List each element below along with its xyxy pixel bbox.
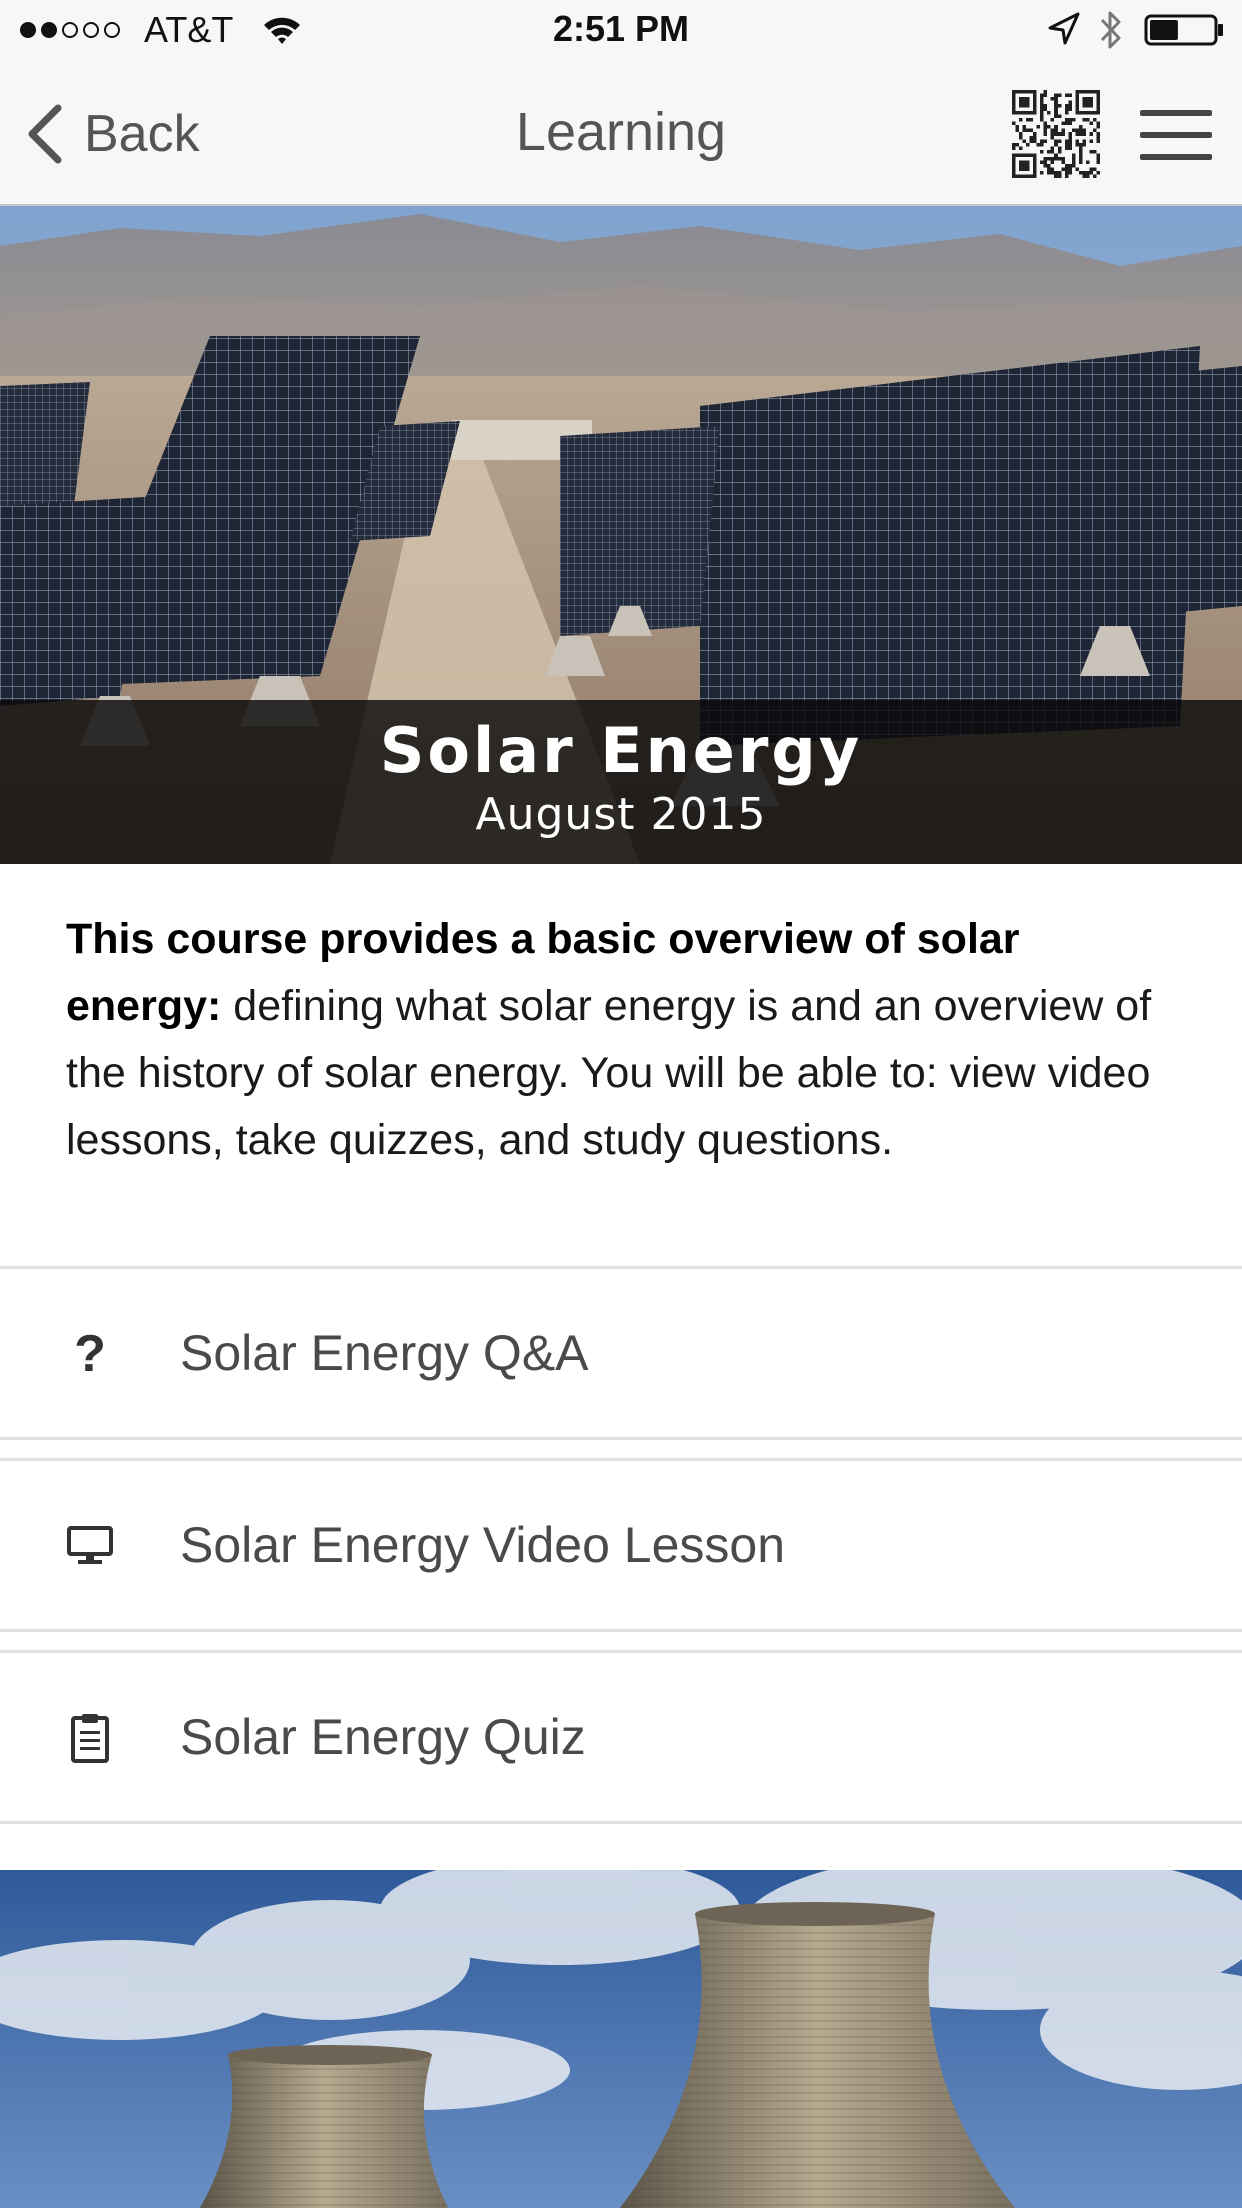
hamburger-menu-icon[interactable] bbox=[1140, 110, 1212, 160]
status-bar: AT&T 2:51 PM bbox=[0, 0, 1242, 60]
list-item-label: Solar Energy Quiz bbox=[180, 1709, 586, 1765]
list-item-label: Solar Energy Q&A bbox=[180, 1325, 589, 1381]
list-item-qa[interactable]: ? Solar Energy Q&A bbox=[0, 1266, 1242, 1440]
course-description: This course provides a basic overview of… bbox=[66, 906, 1186, 1174]
cooling-towers-image bbox=[0, 1870, 1242, 2208]
chevron-left-icon bbox=[28, 104, 62, 164]
clipboard-icon bbox=[66, 1711, 114, 1765]
list-item-quiz[interactable]: Solar Energy Quiz bbox=[0, 1650, 1242, 1824]
bluetooth-icon bbox=[1100, 11, 1121, 49]
course-module-list: ? Solar Energy Q&A Solar Energy Video Le… bbox=[0, 1266, 1242, 1842]
battery-icon bbox=[1144, 14, 1223, 46]
back-label: Back bbox=[84, 105, 200, 163]
app-screen: AT&T 2:51 PM Back Learning Solar Energy … bbox=[0, 0, 1242, 2208]
course-date: August 2015 bbox=[475, 789, 767, 840]
hero-banner: Solar Energy August 2015 bbox=[0, 206, 1242, 864]
course-description-body: defining what solar energy is and an ove… bbox=[66, 982, 1152, 1164]
back-button[interactable]: Back bbox=[22, 102, 200, 166]
course-title: Solar Energy bbox=[379, 714, 863, 787]
location-arrow-icon bbox=[1048, 12, 1080, 45]
hero-caption: Solar Energy August 2015 bbox=[0, 700, 1242, 864]
list-item-label: Solar Energy Video Lesson bbox=[180, 1517, 786, 1573]
question-mark-icon: ? bbox=[74, 1325, 106, 1383]
list-item-video-lesson[interactable]: Solar Energy Video Lesson bbox=[0, 1458, 1242, 1632]
monitor-icon bbox=[66, 1519, 114, 1573]
qr-code-icon[interactable] bbox=[1012, 90, 1100, 178]
navigation-bar: Back Learning bbox=[0, 60, 1242, 206]
